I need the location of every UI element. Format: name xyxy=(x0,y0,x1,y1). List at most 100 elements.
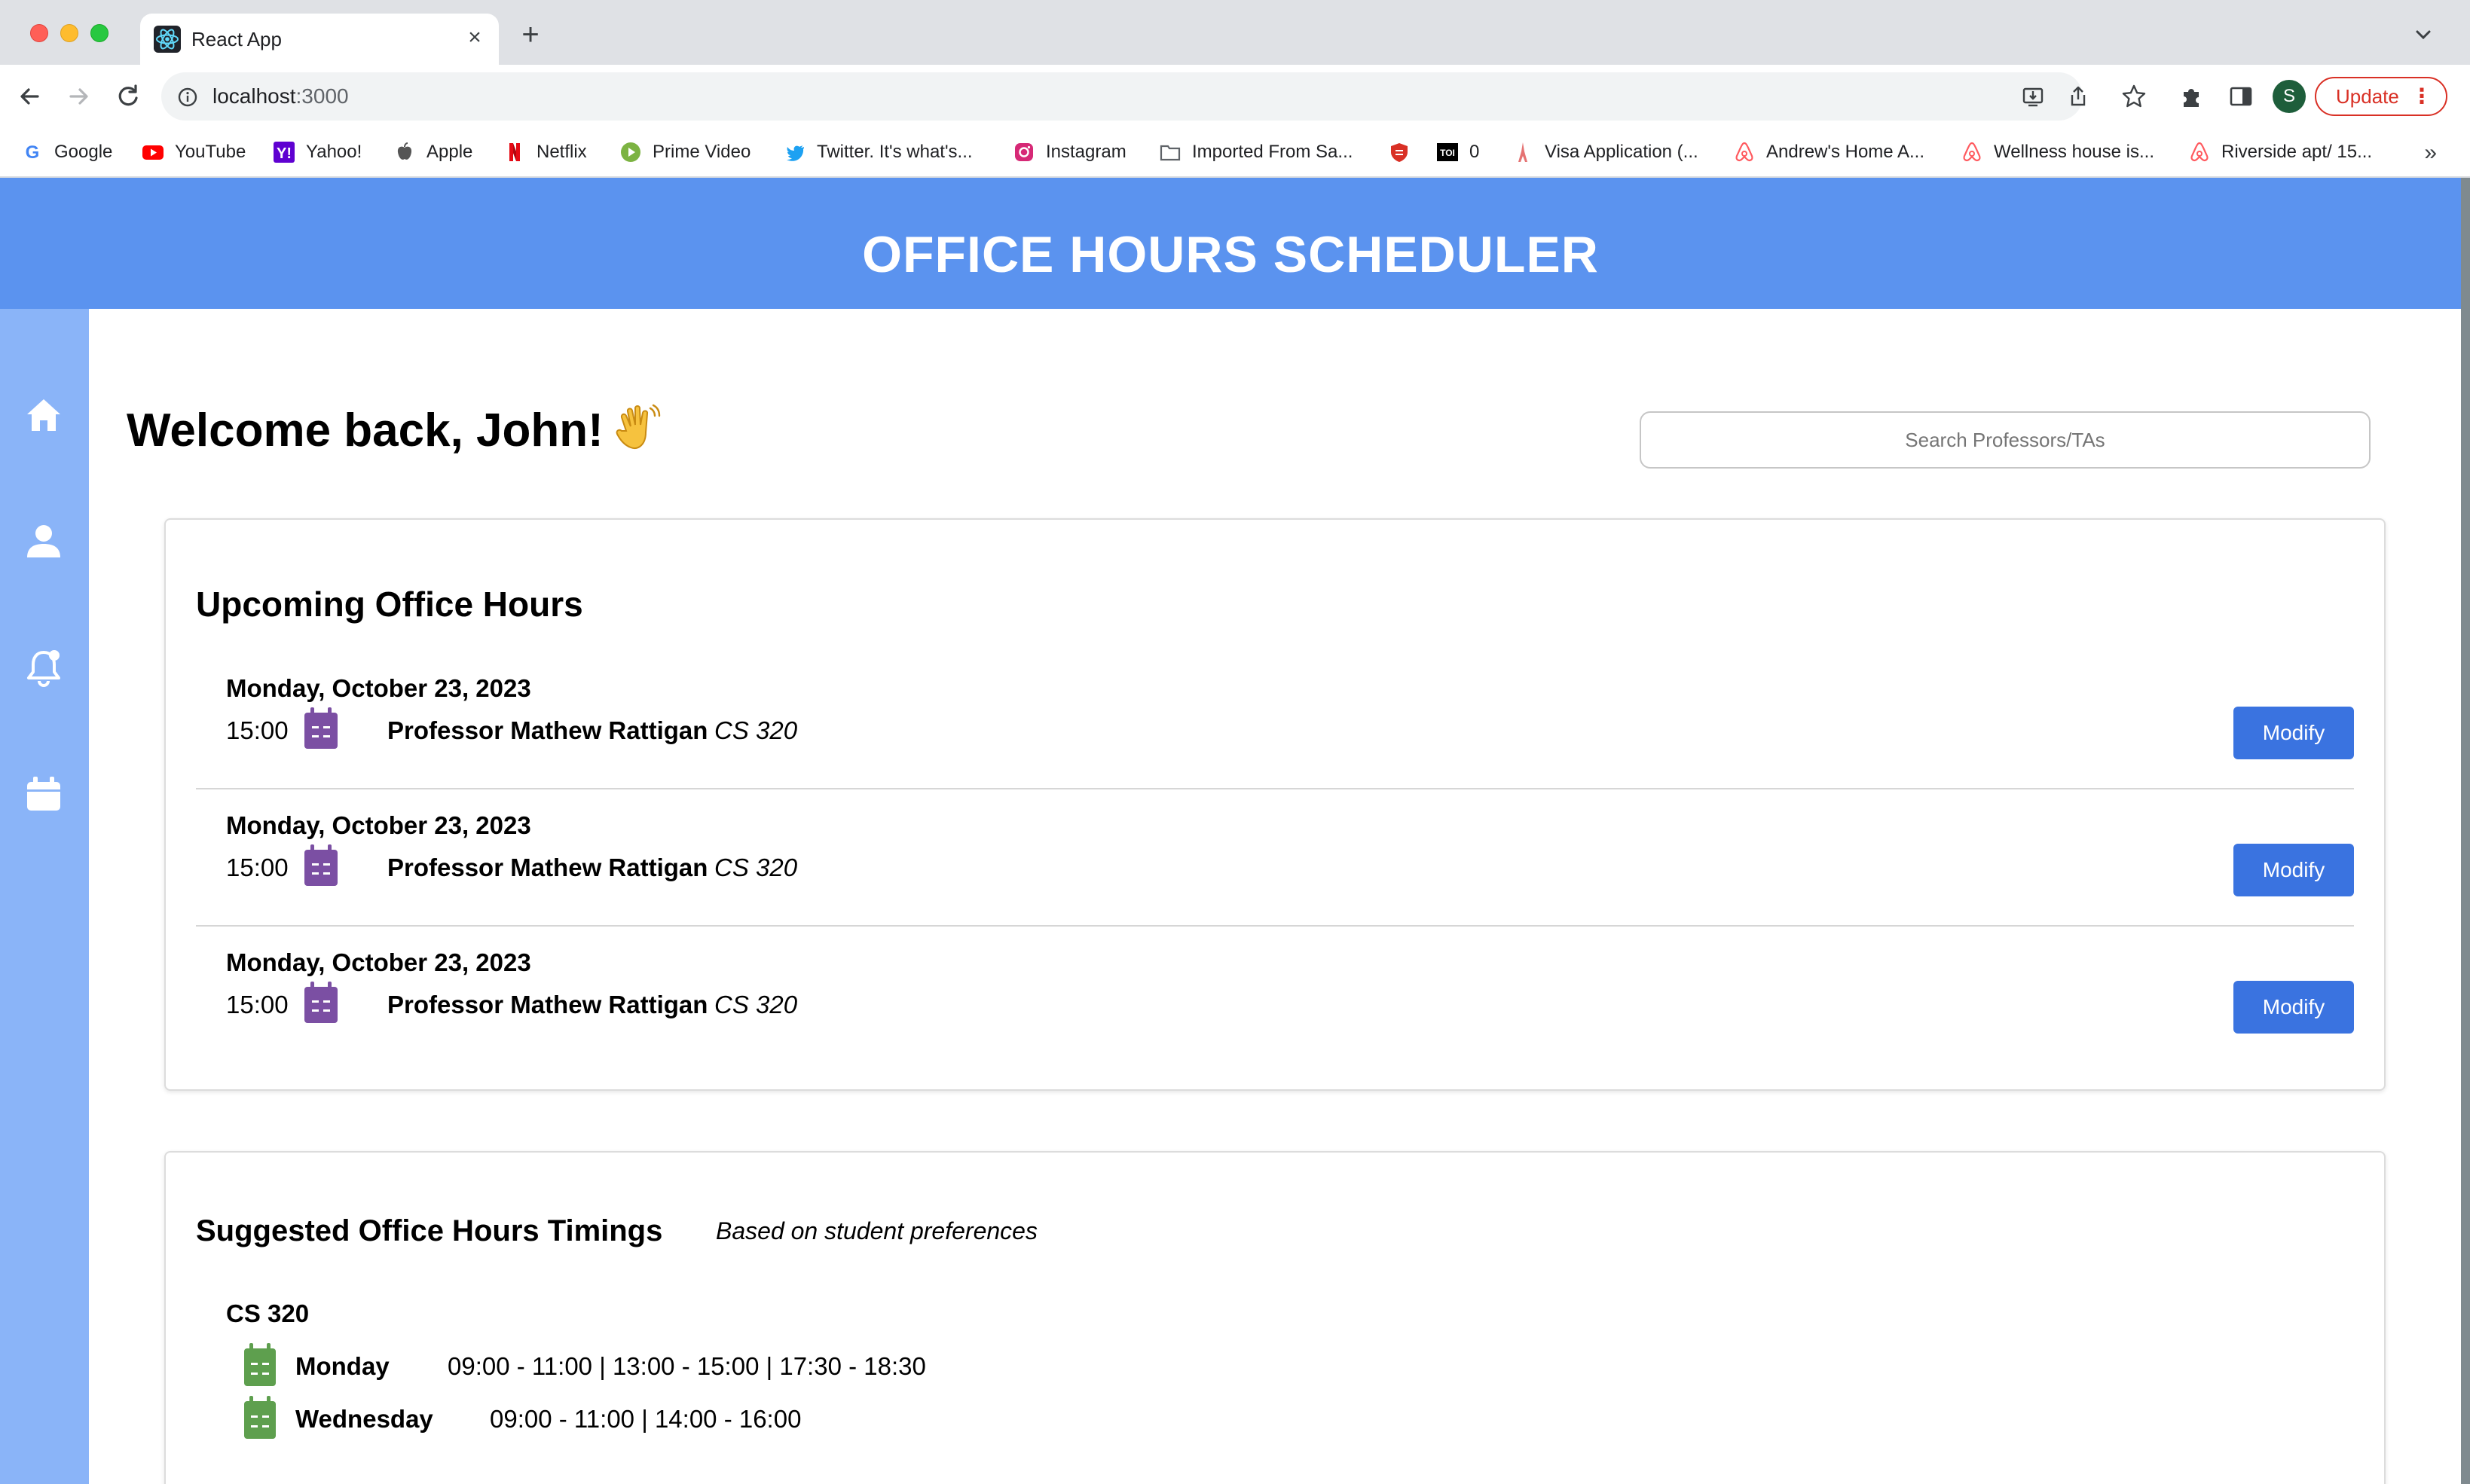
bookmark-label: Riverside apt/ 15... xyxy=(2221,142,2373,162)
bookmark-label: YouTube xyxy=(175,142,246,162)
notifications-icon[interactable] xyxy=(23,646,65,689)
browser-menu-icon[interactable]: ⋮ xyxy=(2411,78,2432,115)
bookmarks-bar: G Google YouTube Y! Yahoo! Apple Netflix… xyxy=(0,128,2470,178)
update-label: Update xyxy=(2336,85,2399,108)
share-icon[interactable] xyxy=(2066,84,2090,108)
bookmark-wellness-house[interactable]: Wellness house is... xyxy=(1961,137,2154,167)
suggested-office-hours-card: Suggested Office Hours Timings Based on … xyxy=(164,1151,2386,1484)
bookmark-andrews-home[interactable]: Andrew's Home A... xyxy=(1733,137,1924,167)
prime-video-icon xyxy=(619,141,642,163)
site-info-icon[interactable] xyxy=(176,86,199,108)
bookmark-toi[interactable]: TOI 0 xyxy=(1436,137,1479,167)
bookmarks-overflow-chevron[interactable]: » xyxy=(2424,140,2437,166)
react-icon xyxy=(154,26,181,53)
close-window-button[interactable] xyxy=(30,24,48,42)
office-hour-time: 15:00 xyxy=(226,716,289,744)
welcome-text: Welcome back, John! xyxy=(127,405,604,456)
suggested-title: Suggested Office Hours Timings xyxy=(196,1214,663,1247)
search-input[interactable] xyxy=(1640,411,2371,469)
office-hour-time: 15:00 xyxy=(226,991,289,1018)
bookmark-shield[interactable] xyxy=(1388,137,1421,167)
bookmark-star-icon[interactable] xyxy=(2120,83,2147,110)
new-tab-button[interactable]: + xyxy=(515,20,546,51)
suggested-row: Monday 09:00 - 11:00 | 13:00 - 15:00 | 1… xyxy=(243,1342,1147,1392)
minimize-window-button[interactable] xyxy=(60,24,78,42)
extensions-puzzle-icon[interactable] xyxy=(2178,83,2205,110)
bookmark-label: Yahoo! xyxy=(306,142,362,162)
tab-title: React App xyxy=(191,28,282,50)
home-icon[interactable] xyxy=(23,393,65,435)
bookmark-label: Twitter. It's what's... xyxy=(817,142,973,162)
bookmark-yahoo[interactable]: Y! Yahoo! xyxy=(273,137,362,167)
bookmark-label: Wellness house is... xyxy=(1994,142,2154,162)
calendar-icon[interactable] xyxy=(23,773,65,815)
browser-tab-active[interactable]: React App × xyxy=(140,14,499,66)
tab-close-icon[interactable]: × xyxy=(461,24,488,51)
profile-icon[interactable] xyxy=(23,520,65,562)
update-browser-button[interactable]: Update ⋮ xyxy=(2315,77,2447,116)
eiffel-icon xyxy=(1512,141,1534,163)
install-app-icon[interactable] xyxy=(2021,84,2045,108)
url-text: localhost:3000 xyxy=(212,84,349,108)
airbnb-icon xyxy=(1733,141,1756,163)
bookmark-netflix[interactable]: Netflix xyxy=(503,137,587,167)
forward-arrow-icon[interactable] xyxy=(60,78,96,115)
folder-icon xyxy=(1159,141,1182,163)
office-hour-professor: Professor Mathew Rattigan xyxy=(387,853,708,881)
bookmark-google[interactable]: G Google xyxy=(21,137,113,167)
calendar-icon xyxy=(243,1342,277,1388)
office-hour-course: CS 320 xyxy=(714,716,798,744)
svg-text:Y!: Y! xyxy=(277,145,292,162)
waving-hand-icon xyxy=(611,401,665,455)
suggested-row: Wednesday 09:00 - 11:00 | 14:00 - 16:00 xyxy=(243,1395,1147,1445)
office-hour-time: 15:00 xyxy=(226,853,289,881)
profile-avatar[interactable]: S xyxy=(2273,80,2306,113)
bookmark-prime-video[interactable]: Prime Video xyxy=(619,137,750,167)
suggested-times: 09:00 - 11:00 | 14:00 - 16:00 xyxy=(490,1405,802,1433)
twitter-icon xyxy=(784,141,806,163)
office-hour-item: Monday, October 23, 2023 15:00 Professor… xyxy=(196,789,2354,927)
bookmark-youtube[interactable]: YouTube xyxy=(142,137,246,167)
office-hour-date: Monday, October 23, 2023 xyxy=(226,948,531,976)
youtube-icon xyxy=(142,141,164,163)
suggested-times: 09:00 - 11:00 | 13:00 - 15:00 | 17:30 - … xyxy=(448,1352,926,1380)
bookmark-visa-application[interactable]: Visa Application (... xyxy=(1512,137,1698,167)
bookmark-label: Imported From Sa... xyxy=(1192,142,1353,162)
app-header: OFFICE HOURS SCHEDULER xyxy=(0,178,2461,309)
calendar-icon xyxy=(243,1395,277,1440)
chevron-down-icon[interactable] xyxy=(2411,23,2435,47)
bookmark-label: Prime Video xyxy=(653,142,751,162)
browser-tabstrip: React App × + xyxy=(0,0,2470,66)
browser-toolbar: localhost:3000 S Update ⋮ xyxy=(0,65,2470,128)
app-title: OFFICE HOURS SCHEDULER xyxy=(862,226,1599,283)
welcome-heading: Welcome back, John! xyxy=(127,401,665,461)
bookmark-label: Google xyxy=(54,142,113,162)
side-panel-icon[interactable] xyxy=(2227,83,2254,110)
suggested-day: Wednesday xyxy=(295,1405,433,1433)
google-icon: G xyxy=(21,141,44,163)
yahoo-icon: Y! xyxy=(273,141,295,163)
bookmark-apple[interactable]: Apple xyxy=(393,137,472,167)
suggested-day: Monday xyxy=(295,1352,390,1380)
upcoming-office-hours-card: Upcoming Office Hours Monday, October 23… xyxy=(164,518,2386,1091)
bookmark-riverside-apt[interactable]: Riverside apt/ 15... xyxy=(2188,137,2372,167)
office-hour-course: CS 320 xyxy=(714,853,798,881)
bookmark-folder-imported[interactable]: Imported From Sa... xyxy=(1159,137,1353,167)
bookmark-label: Instagram xyxy=(1046,142,1126,162)
back-arrow-icon[interactable] xyxy=(12,78,48,115)
suggested-note: Based on student preferences xyxy=(716,1217,1038,1244)
instagram-icon xyxy=(1013,141,1035,163)
office-hour-date: Monday, October 23, 2023 xyxy=(226,811,531,839)
svg-text:TOI: TOI xyxy=(1440,148,1455,158)
modify-button[interactable]: Modify xyxy=(2233,707,2354,759)
modify-button[interactable]: Modify xyxy=(2233,844,2354,896)
maximize-window-button[interactable] xyxy=(90,24,109,42)
apple-icon xyxy=(393,141,416,163)
address-bar[interactable]: localhost:3000 xyxy=(161,72,2086,121)
bookmark-label: Andrew's Home A... xyxy=(1766,142,1924,162)
modify-button[interactable]: Modify xyxy=(2233,981,2354,1034)
bookmark-instagram[interactable]: Instagram xyxy=(1013,137,1126,167)
calendar-icon xyxy=(303,981,339,1024)
bookmark-twitter[interactable]: Twitter. It's what's... xyxy=(784,137,973,167)
reload-icon[interactable] xyxy=(110,78,146,115)
